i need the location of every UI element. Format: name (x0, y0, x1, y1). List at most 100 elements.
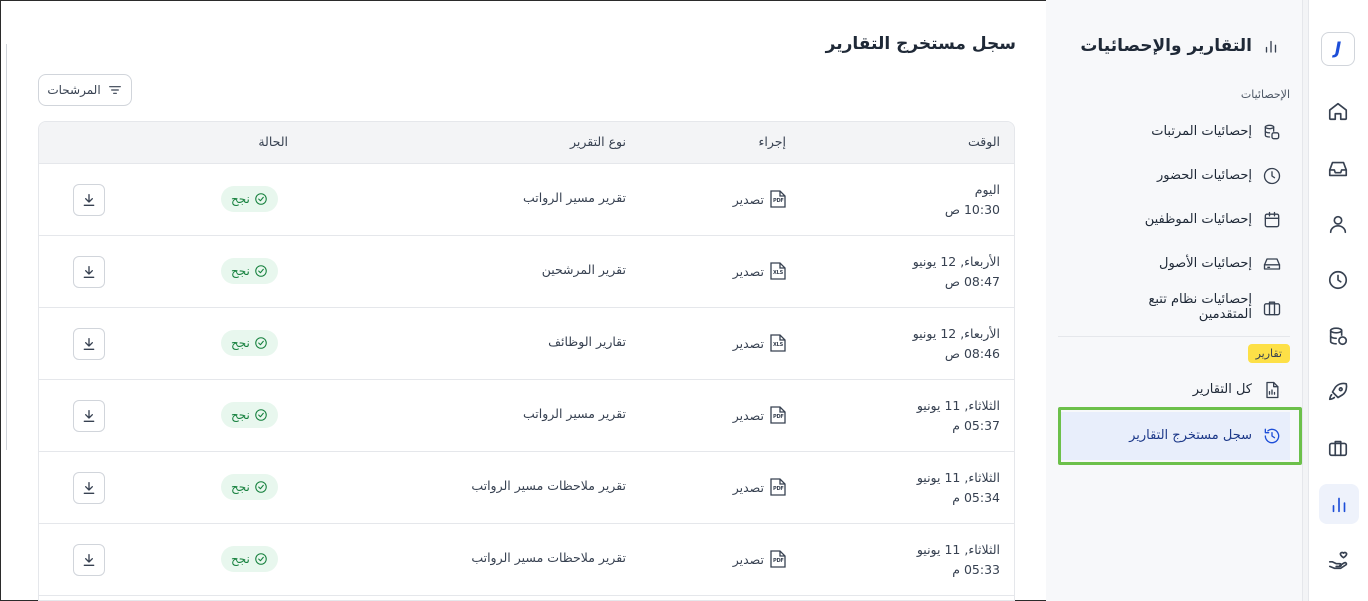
database-icon[interactable] (1323, 321, 1353, 351)
action-cell: XLS تصدير (733, 334, 786, 352)
col-type: نوع التقرير (569, 134, 626, 149)
nav-item-label: إحصائيات الأصول (1159, 255, 1252, 271)
download-button[interactable] (73, 328, 105, 360)
status-badge: نجح (221, 546, 278, 572)
check-circle-icon (255, 481, 267, 493)
filter-icon (108, 86, 121, 94)
report-file-icon (1266, 381, 1279, 399)
download-icon (83, 266, 95, 278)
clock-icon[interactable] (1323, 265, 1353, 295)
action-cell: PDF تصدير (733, 190, 786, 208)
xls-file-icon: XLS (770, 262, 786, 280)
row-date: الثلاثاء, 11 يونيو (916, 398, 1000, 413)
time-cell: الثلاثاء, 11 يونيو 05:34 م (917, 468, 1000, 508)
download-button[interactable] (73, 184, 105, 216)
report-type-cell: تقرير ملاحظات مسير الرواتب (471, 478, 626, 493)
download-button[interactable] (73, 256, 105, 288)
filters-button[interactable]: المرشحات (38, 74, 132, 106)
bar-chart-icon[interactable] (1319, 484, 1359, 524)
file-type-label: PDF (773, 558, 784, 564)
table-header: الوقت إجراء نوع التقرير الحالة (39, 122, 1014, 164)
calendar-icon (1264, 211, 1280, 228)
app-logo[interactable]: J (1321, 32, 1355, 66)
coins-icon (1264, 124, 1280, 140)
bar-chart-icon (1265, 40, 1277, 53)
row-time: 05:37 م (952, 418, 1000, 433)
panel-title: التقارير والإحصائيات (1080, 36, 1280, 56)
status-badge: نجح (221, 258, 278, 284)
nav-item-label: إحصائيات الحضور (1157, 167, 1252, 183)
time-cell: الأربعاء, 12 يونيو 08:46 ص (913, 324, 1000, 364)
nav-item-ats-stats[interactable]: إحصائيات نظام تتبع المتقدمين (1058, 288, 1290, 328)
clock-icon (1263, 167, 1281, 185)
user-icon[interactable] (1323, 209, 1353, 239)
download-icon (83, 554, 95, 566)
inbox-icon[interactable] (1323, 154, 1353, 184)
download-button[interactable] (73, 472, 105, 504)
nav-item-label: إحصائيات نظام تتبع المتقدمين (1148, 292, 1252, 322)
file-type-label: PDF (773, 414, 784, 420)
action-label: تصدير (732, 335, 764, 351)
status-label: نجح (231, 264, 250, 278)
check-circle-icon (255, 553, 267, 565)
row-date: الأربعاء, 12 يونيو (912, 326, 1000, 341)
home-icon[interactable] (1323, 96, 1353, 126)
briefcase-icon[interactable] (1323, 433, 1353, 463)
pdf-file-icon: PDF (770, 550, 786, 568)
status-badge: نجح (221, 330, 278, 356)
history-icon (1264, 428, 1280, 444)
action-label: تصدير (732, 479, 764, 495)
pdf-file-icon: PDF (770, 478, 786, 496)
table-row: الثلاثاء, 11 يونيو 05:37 م PDF تصدير تقر… (39, 380, 1014, 452)
nav-item-all-reports[interactable]: كل التقارير (1058, 370, 1290, 410)
time-cell: اليوم 10:30 ص (945, 180, 1000, 220)
status-label: نجح (231, 408, 250, 422)
panel-title-text: التقارير والإحصائيات (1080, 36, 1252, 56)
nav-item-payroll-stats[interactable]: إحصائيات المرتبات (1058, 112, 1290, 152)
download-button[interactable] (73, 400, 105, 432)
check-circle-icon (255, 265, 267, 277)
briefcase-icon (1263, 301, 1281, 316)
status-badge: نجح (221, 474, 278, 500)
row-time: 08:47 ص (944, 274, 1000, 289)
report-type-cell: تقرير ملاحظات مسير الرواتب (471, 550, 626, 565)
table-row: الثلاثاء, 11 يونيو 05:33 م PDF تصدير تقر… (39, 524, 1014, 596)
logo-letter: J (1334, 39, 1342, 59)
download-icon (83, 482, 95, 494)
check-circle-icon (255, 193, 267, 205)
rocket-icon[interactable] (1323, 377, 1353, 407)
hand-heart-icon[interactable] (1323, 545, 1353, 575)
reports-table: الوقت إجراء نوع التقرير الحالة اليوم 10:… (38, 121, 1015, 601)
report-type-cell: تقرير مسير الرواتب (523, 190, 626, 205)
action-label: تصدير (732, 263, 764, 279)
scroll-edge (6, 44, 7, 450)
status-label: نجح (231, 336, 250, 350)
nav-item-employee-stats[interactable]: إحصائيات الموظفين (1058, 200, 1290, 240)
file-type-label: PDF (773, 198, 784, 204)
icon-rail: J (1308, 0, 1368, 601)
nav-item-assets-stats[interactable]: إحصائيات الأصول (1058, 244, 1290, 284)
status-label: نجح (231, 480, 250, 494)
time-cell: الأربعاء, 12 يونيو 08:47 ص (913, 252, 1000, 292)
col-status: الحالة (258, 134, 288, 149)
row-time: 08:46 ص (944, 346, 1000, 361)
nav-item-reports-export-log[interactable]: سجل مستخرج التقارير (1058, 412, 1290, 460)
status-badge: نجح (221, 402, 278, 428)
action-cell: PDF تصدير (733, 550, 786, 568)
pdf-file-icon: PDF (770, 406, 786, 424)
row-date: الثلاثاء, 11 يونيو (916, 470, 1000, 485)
reports-section-badge: تقارير (1247, 344, 1290, 363)
panel-divider (1302, 0, 1308, 601)
download-icon (83, 194, 95, 206)
action-label: تصدير (732, 191, 764, 207)
pdf-file-icon: PDF (770, 190, 786, 208)
row-date: اليوم (974, 182, 1000, 197)
download-button[interactable] (73, 544, 105, 576)
nav-item-label: سجل مستخرج التقارير (1129, 427, 1252, 443)
check-circle-icon (255, 337, 267, 349)
download-icon (83, 338, 95, 350)
nav-item-label: كل التقارير (1192, 381, 1252, 397)
nav-item-attendance-stats[interactable]: إحصائيات الحضور (1058, 156, 1290, 196)
main-content: سجل مستخرج التقارير المرشحات الوقت إجراء… (0, 0, 1046, 601)
hard-drive-icon (1263, 258, 1281, 270)
